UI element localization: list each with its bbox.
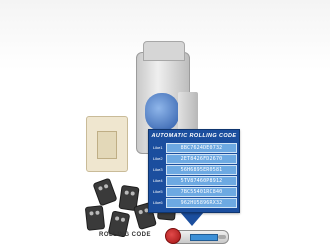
- code-label: Like2: [153, 156, 163, 161]
- motor-top-icon: [143, 41, 185, 61]
- code-row: Like4 5TV87460P8912: [153, 176, 237, 186]
- callout-title: AUTOMATIC ROLLING CODE: [151, 133, 237, 139]
- rolling-code-label: ROLLING CODE: [99, 232, 151, 238]
- product-banner: AUTOMATIC ROLLING CODE Like1 8BC7624DE07…: [0, 0, 330, 252]
- motor-window-icon: [145, 93, 179, 131]
- rolling-code-callout: AUTOMATIC ROLLING CODE Like1 8BC7624DE07…: [148, 129, 240, 213]
- code-row: Like2 2ET8426FD2670: [153, 154, 237, 164]
- code-value: 7BC55401RC840: [166, 187, 237, 197]
- code-label: Like1: [153, 145, 163, 150]
- code-value: 8BC7624DE0732: [166, 143, 237, 153]
- code-label: Like6: [153, 200, 163, 205]
- code-row: Like1 8BC7624DE0732: [153, 143, 237, 153]
- fob-button-icon: [165, 228, 181, 244]
- code-row: Like6 962HU5896RX32: [153, 198, 237, 208]
- fob-tip: [218, 235, 226, 239]
- fob-screen: [190, 234, 218, 241]
- code-value: 56H6895ER0581: [166, 165, 237, 175]
- code-label: Like3: [153, 167, 163, 172]
- callout-pointer: [180, 212, 204, 226]
- code-value: 5TV87460P8912: [166, 176, 237, 186]
- code-label: Like4: [153, 178, 163, 183]
- code-row: Like3 56H6895ER0581: [153, 165, 237, 175]
- code-value: 2ET8426FD2670: [166, 154, 237, 164]
- control-box-panel: [97, 131, 117, 159]
- key-fob-icon: [163, 227, 229, 245]
- code-label: Like5: [153, 189, 163, 194]
- code-value: 962HU5896RX32: [166, 198, 237, 208]
- remote-icon: [84, 205, 106, 231]
- control-box-icon: [86, 116, 128, 172]
- remote-icon: [92, 177, 118, 207]
- code-row: Like5 7BC55401RC840: [153, 187, 237, 197]
